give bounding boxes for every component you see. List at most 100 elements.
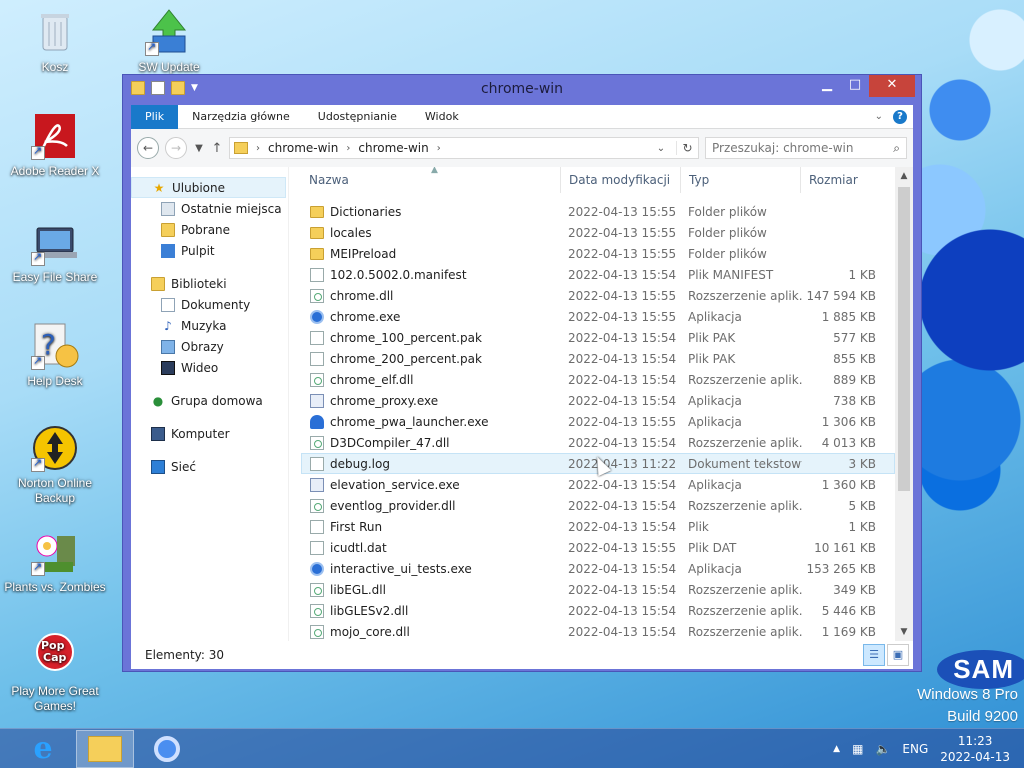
recent-locations-icon[interactable]: ▼ [193, 143, 205, 154]
file-row[interactable]: locales 2022-04-13 15:55 Folder plików [301, 222, 895, 243]
file-row[interactable]: D3DCompiler_47.dll 2022-04-13 15:54 Rozsze… [301, 432, 895, 453]
dll-file-icon [310, 372, 324, 387]
address-bar[interactable]: › chrome-win › chrome-win › ⌄ ↻ [229, 137, 699, 159]
file-row[interactable]: First Run 2022-04-13 15:54 Plik 1 KB [301, 516, 895, 537]
nav-network[interactable]: Sieć [131, 456, 288, 477]
file-size: 1 KB [848, 519, 876, 534]
nav-music[interactable]: ♪ Muzyka [131, 315, 288, 336]
search-input[interactable]: Przeszukaj: chrome-win ⌕ [705, 137, 907, 159]
nav-downloads[interactable]: Pobrane [131, 219, 288, 240]
close-button[interactable]: ✕ [869, 75, 915, 97]
file-name: D3DCompiler_47.dll [330, 435, 450, 450]
file-size: 1 KB [848, 267, 876, 282]
nav-label: Grupa domowa [171, 393, 263, 408]
file-name: eventlog_provider.dll [330, 498, 456, 513]
breadcrumb-segment[interactable]: chrome-win [268, 141, 338, 155]
file-row[interactable]: MEIPreload 2022-04-13 15:55 Folder plików [301, 243, 895, 264]
file-row[interactable]: 102.0.5002.0.manifest 2022-04-13 15:54 Pli… [301, 264, 895, 285]
refresh-icon[interactable]: ↻ [676, 141, 698, 155]
file-row[interactable]: Dictionaries 2022-04-13 15:55 Folder plikó… [301, 201, 895, 222]
taskbar-chrome[interactable] [138, 730, 196, 768]
file-type: Plik PAK [688, 330, 736, 345]
nav-computer[interactable]: Komputer [131, 423, 288, 444]
help-icon[interactable]: ? [893, 109, 907, 124]
taskbar-file-explorer[interactable] [76, 729, 134, 768]
file-row[interactable]: mojo_core.dll 2022-04-13 15:54 Rozszerzeni… [301, 621, 895, 641]
desktop-icon-label: Easy File Share [12, 270, 98, 284]
file-row[interactable]: chrome_200_percent.pak 2022-04-13 15:54 Pl… [301, 348, 895, 369]
recycle-bin-icon [31, 8, 79, 56]
file-row[interactable]: chrome_proxy.exe 2022-04-13 15:54 Aplikacj… [301, 390, 895, 411]
desktop-icon-plants-vs-zombies[interactable]: Plants vs. Zombies [0, 528, 110, 595]
minimize-button[interactable]: ▁ [813, 75, 841, 97]
tab-home[interactable]: Narzędzia główne [178, 105, 304, 129]
file-row[interactable]: libGLESv2.dll 2022-04-13 15:54 Rozszerzeni… [301, 600, 895, 621]
desktop-icon-adobe-reader[interactable]: Adobe Reader X [0, 112, 110, 179]
desktop-icon-recycle-bin[interactable]: Kosz [0, 8, 110, 75]
network-status-icon[interactable]: ▦ [852, 742, 863, 756]
taskbar-internet-explorer[interactable]: e [14, 730, 72, 768]
scroll-up-icon[interactable]: ▲ [895, 167, 913, 185]
scroll-down-icon[interactable]: ▼ [895, 623, 913, 641]
forward-button[interactable]: → [165, 137, 187, 159]
doc-file-icon [310, 519, 324, 534]
nav-homegroup[interactable]: ● Grupa domowa [131, 390, 288, 411]
column-header-date[interactable]: Data modyfikacji [561, 167, 681, 193]
input-language[interactable]: ENG [902, 742, 928, 756]
nav-pictures[interactable]: Obrazy [131, 336, 288, 357]
file-row[interactable]: chrome.dll 2022-04-13 15:55 Rozszerzenie a… [301, 285, 895, 306]
column-header-type[interactable]: Typ [681, 167, 801, 193]
column-header-size[interactable]: Rozmiar [801, 167, 879, 193]
file-row[interactable]: chrome_elf.dll 2022-04-13 15:54 Rozszerzen… [301, 369, 895, 390]
nav-desktop[interactable]: Pulpit [131, 240, 288, 261]
file-size: 147 594 KB [806, 288, 876, 303]
file-name-cell: D3DCompiler_47.dll [302, 435, 562, 450]
desktop-icon-sw-update[interactable]: SW Update [114, 8, 224, 75]
file-type: Plik [688, 519, 709, 534]
vertical-scrollbar[interactable]: ▲ ▼ [895, 167, 913, 641]
up-button[interactable]: ↑ [211, 141, 223, 156]
chevron-right-icon[interactable]: › [346, 143, 350, 154]
file-row[interactable]: libEGL.dll 2022-04-13 15:54 Rozszerzenie a… [301, 579, 895, 600]
nav-recent-places[interactable]: Ostatnie miejsca [131, 198, 288, 219]
tab-share[interactable]: Udostępnianie [304, 105, 411, 129]
file-row[interactable]: chrome.exe 2022-04-13 15:55 Aplikacja 1 885… [301, 306, 895, 327]
file-row[interactable]: eventlog_provider.dll 2022-04-13 15:54 Roz… [301, 495, 895, 516]
volume-muted-icon[interactable]: 🔈 [875, 742, 890, 756]
nav-libraries[interactable]: Biblioteki [131, 273, 288, 294]
desktop-icon-norton[interactable]: Norton Online Backup [0, 424, 110, 506]
nav-videos[interactable]: Wideo [131, 357, 288, 378]
details-view-button[interactable]: ☰ [863, 644, 885, 666]
desktop-icon-popcap[interactable]: Pop Cap Play More Great Games! [0, 632, 110, 714]
expand-ribbon-icon[interactable]: ⌄ [875, 111, 883, 122]
file-row[interactable]: interactive_ui_tests.exe 2022-04-13 15:54… [301, 558, 895, 579]
chevron-right-icon[interactable]: › [256, 143, 260, 154]
file-row[interactable]: chrome_100_percent.pak 2022-04-13 15:54 Pl… [301, 327, 895, 348]
file-row[interactable]: chrome_pwa_launcher.exe 2022-04-13 15:55 A… [301, 411, 895, 432]
title-bar[interactable]: ▼ chrome-win ▁ □ ✕ [123, 75, 921, 105]
chevron-right-icon[interactable]: › [437, 143, 441, 154]
scrollbar-thumb[interactable] [898, 187, 910, 491]
doc-file-icon [310, 267, 324, 282]
file-size: 1 306 KB [821, 414, 876, 429]
explorer-window[interactable]: ▼ chrome-win ▁ □ ✕ Plik Narzędzia główne… [122, 74, 922, 672]
back-button[interactable]: ← [137, 137, 159, 159]
search-icon[interactable]: ⌕ [893, 141, 900, 156]
chevron-down-icon[interactable]: ⌄ [654, 143, 668, 154]
desktop-icon-help-desk[interactable]: ? Help Desk [0, 322, 110, 389]
nav-favorites[interactable]: ★ Ulubione [131, 177, 286, 198]
tab-file[interactable]: Plik [131, 104, 179, 129]
large-icons-view-button[interactable]: ▣ [887, 644, 909, 666]
file-type: Rozszerzenie aplik... [688, 624, 802, 639]
breadcrumb-segment[interactable]: chrome-win [358, 141, 428, 155]
show-hidden-icons-icon[interactable]: ▲ [833, 744, 840, 754]
tab-view[interactable]: Widok [411, 105, 473, 129]
desktop-icon-easy-file-share[interactable]: Easy File Share [0, 218, 110, 285]
clock[interactable]: 11:23 2022-04-13 [940, 733, 1010, 765]
nav-documents[interactable]: Dokumenty [131, 294, 288, 315]
status-bar: Elementy: 30 ☰ ▣ [131, 641, 913, 669]
file-row[interactable]: elevation_service.exe 2022-04-13 15:54 Apl… [301, 474, 895, 495]
file-row[interactable]: icudtl.dat 2022-04-13 15:55 Plik DAT 10 161… [301, 537, 895, 558]
maximize-button[interactable]: □ [841, 75, 869, 97]
file-date: 2022-04-13 15:54 [568, 582, 677, 597]
